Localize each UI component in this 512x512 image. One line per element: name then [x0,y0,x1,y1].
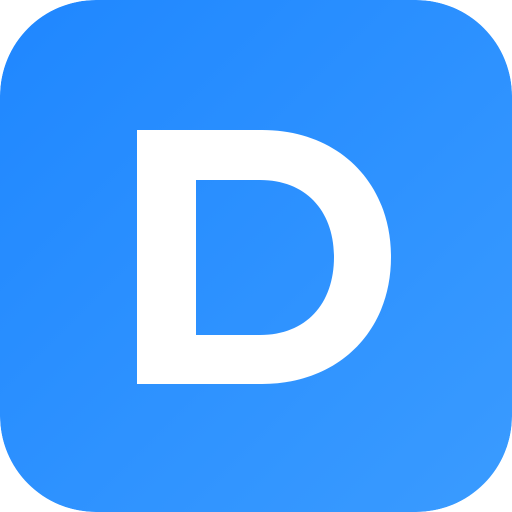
app-icon [0,0,512,512]
letter-d-logo-icon [0,0,512,512]
icon-background [0,0,512,512]
